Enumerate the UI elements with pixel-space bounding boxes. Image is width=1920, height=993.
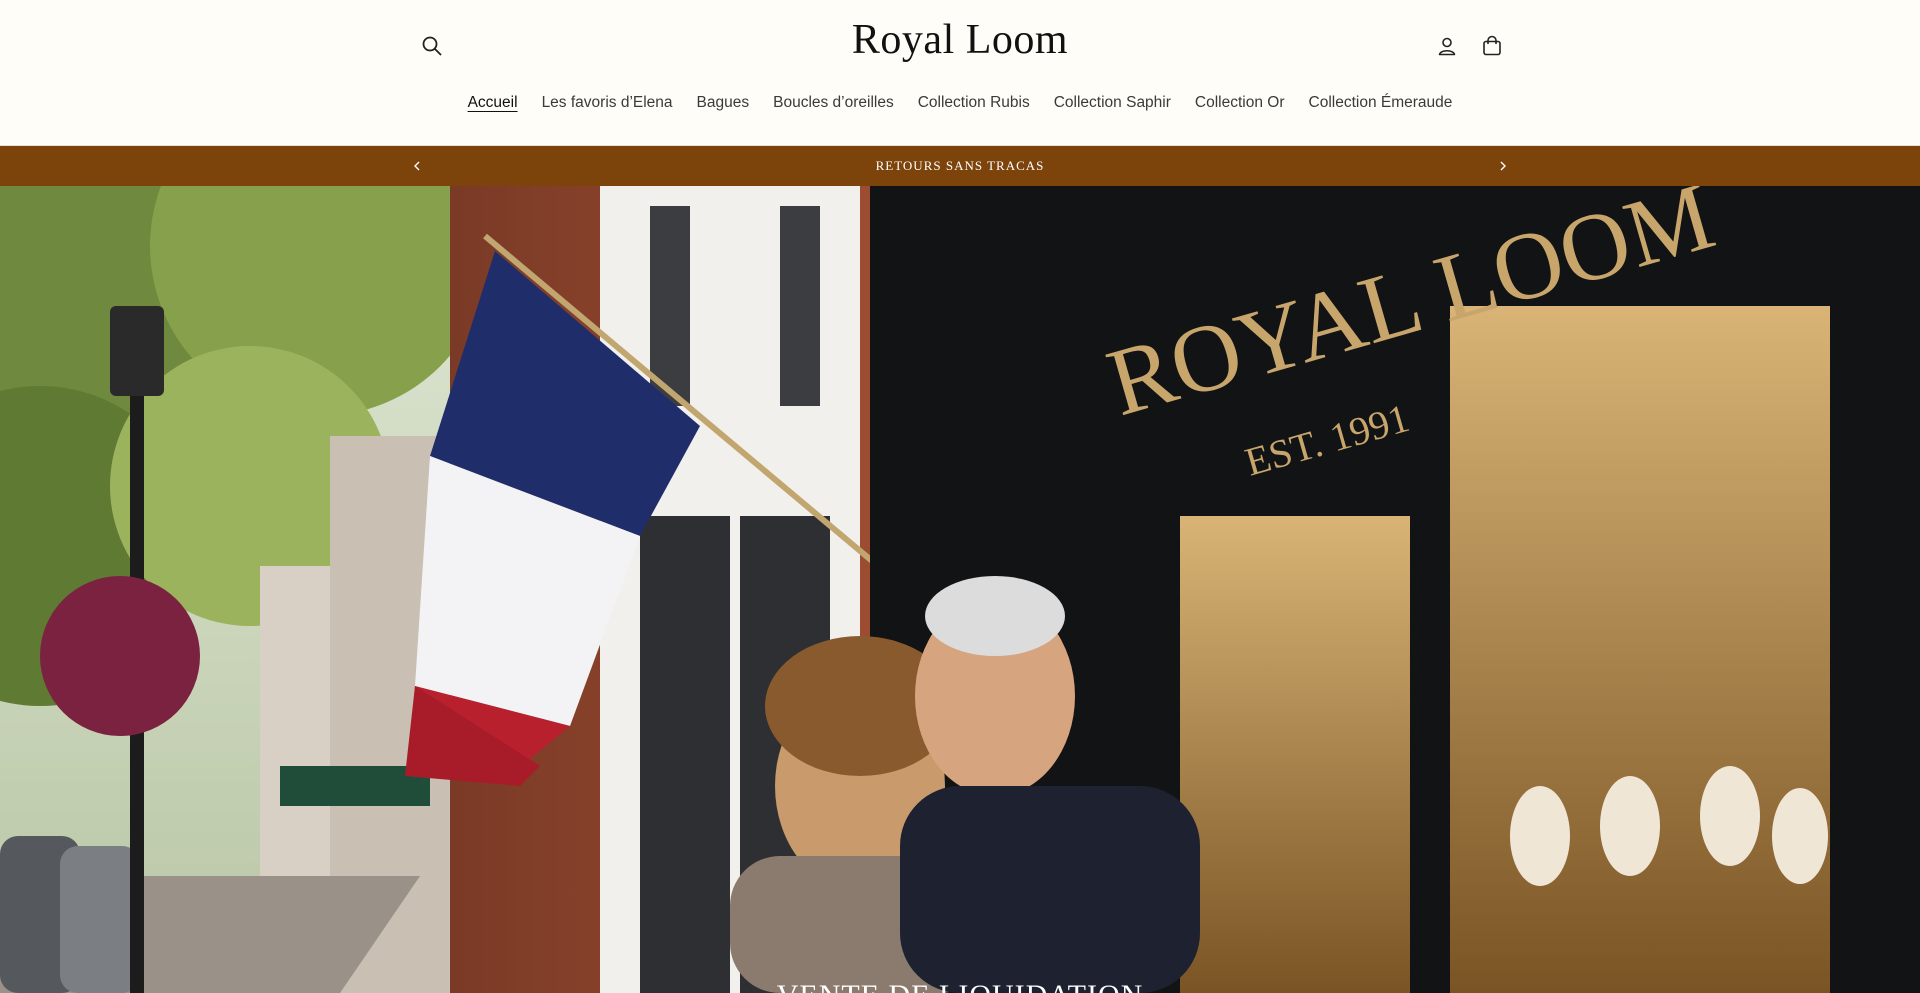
announcement-text: RETOURS SANS TRACAS [875, 158, 1045, 173]
cart-icon [1483, 35, 1501, 56]
account-button[interactable] [1429, 28, 1465, 64]
nav-item-collection-saphir[interactable]: Collection Saphir [1042, 94, 1183, 112]
nav-item-boucles-oreilles[interactable]: Boucles d’oreilles [761, 94, 906, 112]
cart-button[interactable] [1474, 28, 1510, 64]
hero-image: ROYAL LOOM EST. 1991 [0, 186, 1920, 993]
nav-item-favoris-elena[interactable]: Les favoris d’Elena [530, 94, 685, 112]
nav-item-accueil[interactable]: Accueil [456, 94, 530, 112]
user-icon [1438, 37, 1456, 56]
main-navigation: Accueil Les favoris d’Elena Bagues Boucl… [0, 94, 1920, 112]
hero-heading: VENTE DE LIQUIDATION [0, 979, 1920, 993]
chevron-right-icon [1500, 161, 1506, 171]
nav-item-collection-emeraude[interactable]: Collection Émeraude [1297, 94, 1465, 112]
announcement-bar: RETOURS SANS TRACAS [0, 146, 1920, 186]
nav-item-bagues[interactable]: Bagues [685, 94, 762, 112]
announcement-next-button[interactable] [1493, 156, 1513, 176]
nav-item-collection-or[interactable]: Collection Or [1183, 94, 1297, 112]
site-logo[interactable]: Royal Loom [0, 16, 1920, 64]
hero-banner: ROYAL LOOM EST. 1991 VENTE DE LIQUIDATIO… [0, 186, 1920, 993]
nav-item-collection-rubis[interactable]: Collection Rubis [906, 94, 1042, 112]
site-header: Royal Loom Accueil Les favoris d’Elena B… [0, 0, 1920, 146]
